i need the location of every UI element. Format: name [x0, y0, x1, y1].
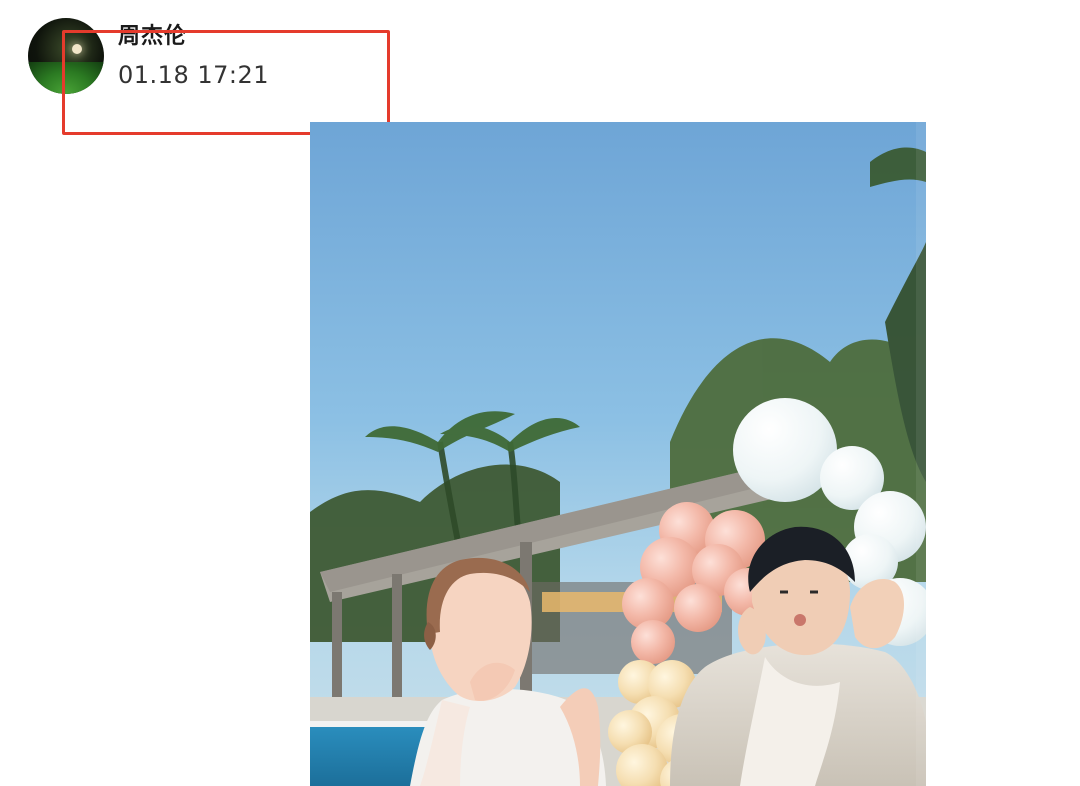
photo-icon [310, 122, 926, 786]
avatar[interactable] [28, 18, 104, 94]
post-timestamp: 01.18 17:21 [118, 61, 269, 89]
post-header: 周杰伦 01.18 17:21 [0, 0, 1080, 135]
avatar-spark [72, 44, 82, 54]
avatar-grass [28, 62, 104, 94]
post-photo[interactable] [310, 122, 926, 786]
author-name[interactable]: 周杰伦 [118, 22, 187, 52]
